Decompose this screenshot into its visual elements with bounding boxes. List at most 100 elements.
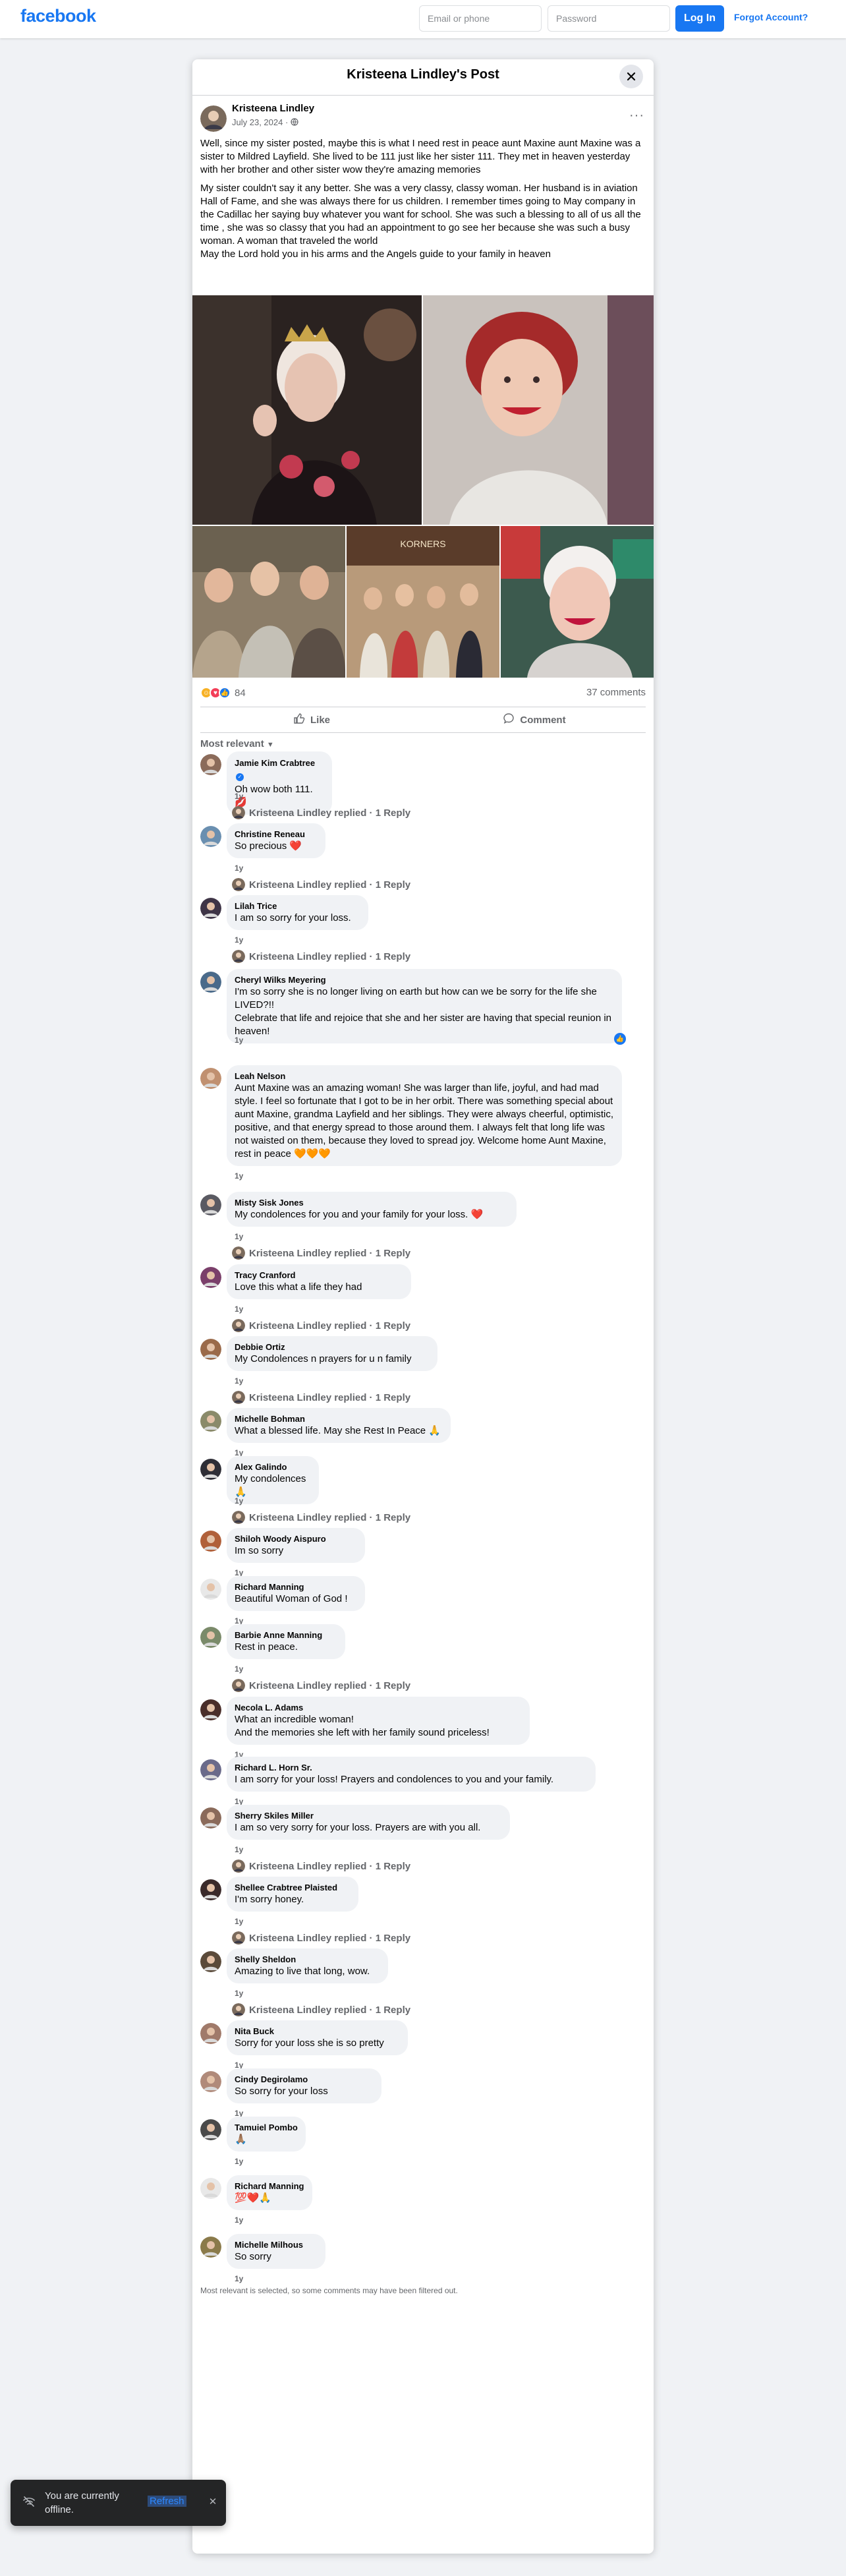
author-avatar[interactable] — [200, 105, 227, 132]
comment-timestamp[interactable]: 1y — [235, 1664, 243, 1674]
comment-timestamp[interactable]: 1y — [235, 2215, 243, 2225]
commenter-name[interactable]: Shiloh Woody Aispuro — [235, 1533, 357, 1544]
commenter-avatar[interactable] — [200, 2119, 221, 2140]
view-replies-link[interactable]: Kristeena Lindley replied · 1 Reply — [232, 806, 410, 819]
commenter-name[interactable]: Barbie Anne Manning — [235, 1629, 337, 1641]
post-photo-1[interactable] — [192, 295, 422, 525]
commenter-name[interactable]: Richard L. Horn Sr. — [235, 1762, 588, 1773]
view-replies-link[interactable]: Kristeena Lindley replied · 1 Reply — [232, 1511, 410, 1524]
comment-timestamp[interactable]: 1y — [235, 1917, 243, 1926]
commenter-avatar[interactable] — [200, 972, 221, 993]
comment-timestamp[interactable]: 1y — [235, 1304, 243, 1314]
comment-button[interactable]: Comment — [423, 707, 646, 732]
comment-timestamp[interactable]: 1y — [235, 1845, 243, 1854]
commenter-avatar[interactable] — [200, 1267, 221, 1288]
commenter-name[interactable]: Sherry Skiles Miller — [235, 1810, 502, 1821]
view-replies-link[interactable]: Kristeena Lindley replied · 1 Reply — [232, 1246, 410, 1260]
comment-bubble: Michelle Milhous So sorry — [227, 2234, 325, 2269]
view-replies-link[interactable]: Kristeena Lindley replied · 1 Reply — [232, 878, 410, 891]
email-input[interactable] — [419, 5, 542, 32]
login-button[interactable]: Log In — [675, 5, 724, 32]
commenter-avatar[interactable] — [200, 754, 221, 775]
comment-timestamp[interactable]: 1y — [235, 1171, 243, 1181]
commenter-name[interactable]: Alex Galindo — [235, 1461, 311, 1473]
commenter-name[interactable]: Shellee Crabtree Plaisted — [235, 1882, 351, 1893]
commenter-avatar[interactable] — [200, 1194, 221, 1215]
commenter-avatar[interactable] — [200, 1459, 221, 1480]
commenter-avatar[interactable] — [200, 2237, 221, 2258]
commenter-name[interactable]: Shelly Sheldon — [235, 1954, 380, 1965]
commenter-name[interactable]: Cindy Degirolamo — [235, 2074, 374, 2085]
commenter-name[interactable]: Debbie Ortiz — [235, 1341, 430, 1353]
commenter-avatar[interactable] — [200, 1531, 221, 1552]
commenter-name[interactable]: Tamuiel Pombo — [235, 2122, 298, 2133]
commenter-avatar[interactable] — [200, 1411, 221, 1432]
commenter-name[interactable]: Cheryl Wilks Meyering — [235, 974, 614, 985]
commenter-name[interactable]: Richard Manning — [235, 1581, 357, 1593]
comment-timestamp[interactable]: 1y — [235, 864, 243, 873]
commenter-avatar[interactable] — [200, 898, 221, 919]
commenter-name[interactable]: Nita Buck — [235, 2026, 400, 2037]
reaction-summary[interactable]: ☺ ♥ 👍 84 — [200, 687, 246, 699]
commenter-name[interactable]: Christine Reneau — [235, 829, 318, 840]
comment-timestamp[interactable]: 1y — [235, 1376, 243, 1386]
close-icon[interactable]: ✕ — [206, 2496, 220, 2510]
more-options-icon[interactable]: ··· — [629, 108, 644, 123]
like-button[interactable]: Like — [200, 707, 423, 732]
commenter-avatar[interactable] — [200, 1951, 221, 1972]
view-replies-link[interactable]: Kristeena Lindley replied · 1 Reply — [232, 1391, 410, 1404]
post-photo-4[interactable]: KORNERS — [347, 526, 499, 678]
comment-timestamp[interactable]: 1y — [235, 2157, 243, 2166]
reply-summary: Kristeena Lindley replied · 1 Reply — [249, 1860, 411, 1872]
comment-timestamp[interactable]: 1y — [235, 1232, 243, 1241]
commenter-avatar[interactable] — [200, 826, 221, 847]
commenter-avatar[interactable] — [200, 1339, 221, 1360]
commenter-name[interactable]: Tracy Cranford — [235, 1270, 403, 1281]
reply-summary: Kristeena Lindley replied · 1 Reply — [249, 1247, 411, 1259]
author-name[interactable]: Kristeena Lindley — [232, 103, 314, 114]
commenter-avatar[interactable] — [200, 1879, 221, 1900]
view-replies-link[interactable]: Kristeena Lindley replied · 1 Reply — [232, 1859, 410, 1873]
sort-dropdown[interactable]: Most relevant ▼ — [200, 738, 274, 749]
commenter-name[interactable]: Richard Manning — [235, 2181, 304, 2192]
comment-count[interactable]: 37 comments — [586, 687, 646, 698]
refresh-button[interactable]: Refresh — [148, 2496, 186, 2507]
commenter-avatar[interactable] — [200, 1627, 221, 1648]
post-date[interactable]: July 23, 2024 — [232, 117, 283, 127]
commenter-name[interactable]: Jamie Kim Crabtree — [235, 758, 315, 768]
comment-timestamp[interactable]: 1y — [235, 1036, 243, 1045]
commenter-name[interactable]: Leah Nelson — [235, 1070, 614, 1082]
commenter-avatar[interactable] — [200, 1759, 221, 1780]
comment-timestamp[interactable]: 1y — [235, 1989, 243, 1998]
commenter-name[interactable]: Michelle Bohman — [235, 1413, 443, 1424]
view-replies-link[interactable]: Kristeena Lindley replied · 1 Reply — [232, 1931, 410, 1945]
close-icon[interactable] — [619, 65, 643, 88]
commenter-avatar[interactable] — [200, 2178, 221, 2199]
comment-timestamp[interactable]: 1y — [235, 2274, 243, 2283]
commenter-name[interactable]: Michelle Milhous — [235, 2239, 318, 2250]
commenter-avatar[interactable] — [200, 1068, 221, 1089]
commenter-avatar[interactable] — [200, 1699, 221, 1720]
forgot-account-link[interactable]: Forgot Account? — [734, 12, 808, 22]
commenter-avatar[interactable] — [200, 1579, 221, 1600]
comment-text: Love this what a life they had — [235, 1281, 362, 1293]
commenter-avatar[interactable] — [200, 2023, 221, 2044]
commenter-avatar[interactable] — [200, 2071, 221, 2092]
post-photo-3[interactable] — [192, 526, 345, 678]
post-photo-2[interactable] — [423, 295, 654, 525]
comment-timestamp[interactable]: 1y — [235, 935, 243, 945]
comment-timestamp[interactable]: 1y — [235, 1496, 243, 1506]
password-input[interactable] — [548, 5, 670, 32]
commenter-name[interactable]: Misty Sisk Jones — [235, 1197, 509, 1208]
view-replies-link[interactable]: Kristeena Lindley replied · 1 Reply — [232, 2003, 410, 2016]
comment-like-badge-icon[interactable]: 👍 — [614, 1033, 626, 1045]
view-replies-link[interactable]: Kristeena Lindley replied · 1 Reply — [232, 1679, 410, 1692]
commenter-name[interactable]: Necola L. Adams — [235, 1702, 522, 1713]
view-replies-link[interactable]: Kristeena Lindley replied · 1 Reply — [232, 1319, 410, 1332]
commenter-name[interactable]: Lilah Trice — [235, 900, 360, 912]
facebook-logo[interactable]: facebook — [20, 6, 96, 26]
view-replies-link[interactable]: Kristeena Lindley replied · 1 Reply — [232, 950, 410, 963]
commenter-avatar[interactable] — [200, 1807, 221, 1829]
post-photo-5[interactable] — [501, 526, 654, 678]
comment-timestamp[interactable]: 1y — [235, 792, 243, 801]
